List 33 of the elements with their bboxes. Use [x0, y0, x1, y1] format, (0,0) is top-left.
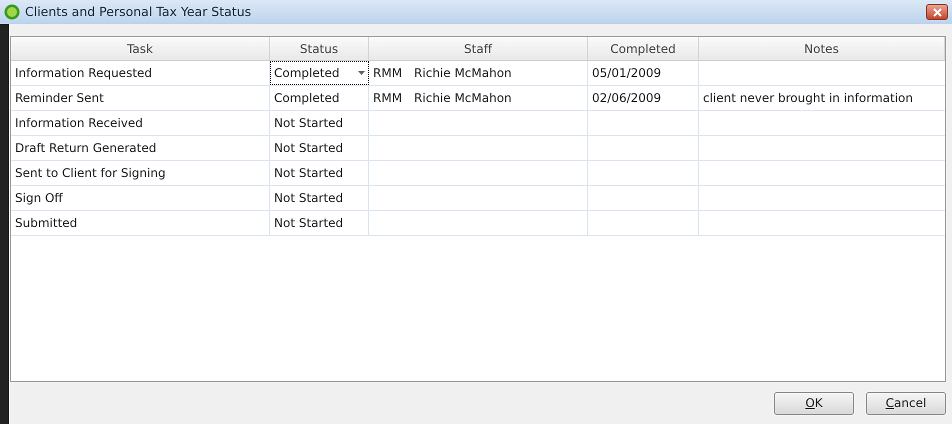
window-title: Clients and Personal Tax Year Status [25, 2, 252, 21]
table-cell: Draft Return Generated [11, 136, 270, 160]
notes-text: client never brought in information [703, 90, 913, 107]
date-text: 02/06/2009 [592, 90, 662, 107]
table-cell: Not Started [270, 211, 369, 235]
table-cell: Information Received [11, 111, 270, 135]
staff-name: Richie McMahon [414, 65, 512, 82]
date-text: 05/01/2009 [592, 65, 662, 82]
table-cell: Not Started [270, 161, 369, 185]
column-header[interactable]: Notes [699, 37, 945, 60]
table-cell: Not Started [270, 186, 369, 210]
column-header[interactable]: Completed [588, 37, 699, 60]
dropdown-arrow-icon [358, 71, 365, 75]
column-header[interactable]: Staff [369, 37, 588, 60]
status-dropdown[interactable]: Completed [270, 61, 369, 85]
table-cell: Submitted [11, 211, 270, 235]
table-cell: Reminder Sent [11, 86, 270, 110]
table-cell: Sent to Client for Signing [11, 161, 270, 185]
table-cell: Not Started [270, 136, 369, 160]
staff-code: RMM [373, 65, 402, 82]
table-cell: Sign Off [11, 186, 270, 210]
table-cell: Completed [270, 86, 369, 110]
ok-button[interactable]: OK [774, 392, 854, 414]
table-cell: Information Requested [11, 61, 270, 85]
staff-code: RMM [373, 90, 402, 107]
staff-name: Richie McMahon [414, 90, 512, 107]
app-logo-icon [4, 4, 20, 20]
column-header[interactable]: Task [11, 37, 270, 60]
close-icon [932, 8, 942, 16]
column-header[interactable]: Status [270, 37, 369, 60]
close-button[interactable] [926, 4, 948, 20]
cancel-button[interactable]: Cancel [866, 392, 946, 414]
table-cell: Not Started [270, 111, 369, 135]
